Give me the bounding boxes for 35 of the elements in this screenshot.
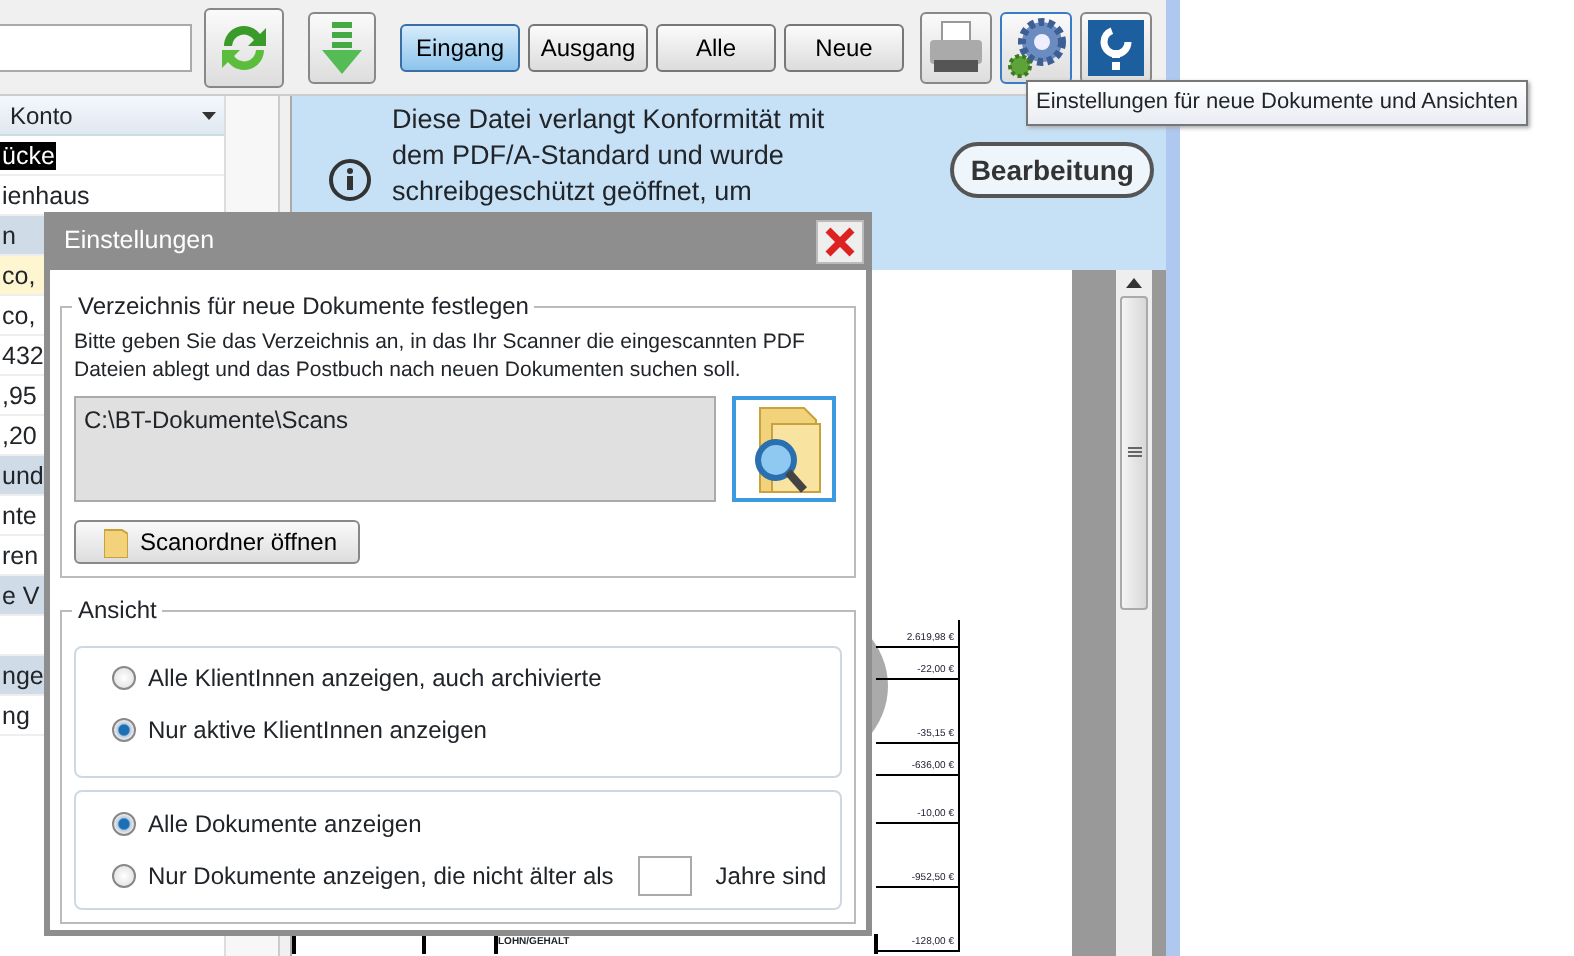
list-item[interactable]: ücke — [0, 142, 57, 170]
list-item[interactable]: nte — [0, 502, 39, 530]
option-label[interactable]: Nur aktive KlientInnen anzeigen — [148, 712, 487, 748]
list-item[interactable]: ienhaus — [0, 182, 92, 210]
edit-button[interactable]: Bearbeitung — [950, 142, 1154, 198]
settings-tooltip: Einstellungen für neue Dokumente und Ansichten — [1026, 80, 1528, 125]
info-text: dem PDF/A-Standard und wurde — [392, 138, 786, 174]
info-text: Diese Datei verlangt Konformität mit — [392, 102, 827, 138]
list-item[interactable]: ,95 — [0, 382, 39, 410]
filter-button[interactable]: Alle — [656, 23, 776, 71]
list-item[interactable]: und — [0, 462, 46, 490]
column-title: Konto — [10, 99, 73, 133]
list-item[interactable]: n — [0, 222, 18, 250]
option-label[interactable]: Nur Dokumente anzeigen, die nicht älter als — [148, 858, 614, 894]
path-field[interactable]: C:\BT-Dokumente\Scans — [74, 396, 716, 502]
list-item[interactable]: ,20 — [0, 422, 39, 450]
list-item[interactable]: co, — [0, 262, 38, 290]
list-item[interactable]: ng — [0, 702, 32, 730]
option-label[interactable]: Alle KlientInnen anzeigen, auch archivierte — [148, 660, 602, 696]
list-item[interactable]: co, — [0, 302, 38, 330]
option-label[interactable]: Jahre sind — [715, 858, 827, 894]
open-folder-button[interactable]: Scanordner öffnen — [74, 520, 360, 564]
description-text: Bitte geben Sie das Verzeichnis an, in das Ihr Scanner die eingescannten PDF Dateien ablegt und das Postbuch nach neuen Dokumenten suchen soll. — [74, 328, 807, 384]
dialog-title: Einstellungen — [64, 224, 215, 259]
option-label[interactable]: Alle Dokumente anzeigen — [148, 806, 422, 842]
list-item[interactable]: ren — [0, 542, 41, 570]
filter-button[interactable]: Eingang — [400, 23, 520, 71]
filter-button[interactable]: Neue — [784, 23, 904, 71]
info-text: schreibgeschützt geöffnet, um — [392, 174, 754, 210]
filter-button[interactable]: Ausgang — [528, 23, 648, 71]
group-title: Verzeichnis für neue Dokumente festlegen — [72, 290, 535, 322]
list-item[interactable]: 432 — [0, 342, 46, 370]
list-item[interactable]: e V — [0, 582, 42, 610]
list-item[interactable]: nge — [0, 662, 46, 690]
column-header[interactable]: Konto — [0, 96, 224, 136]
